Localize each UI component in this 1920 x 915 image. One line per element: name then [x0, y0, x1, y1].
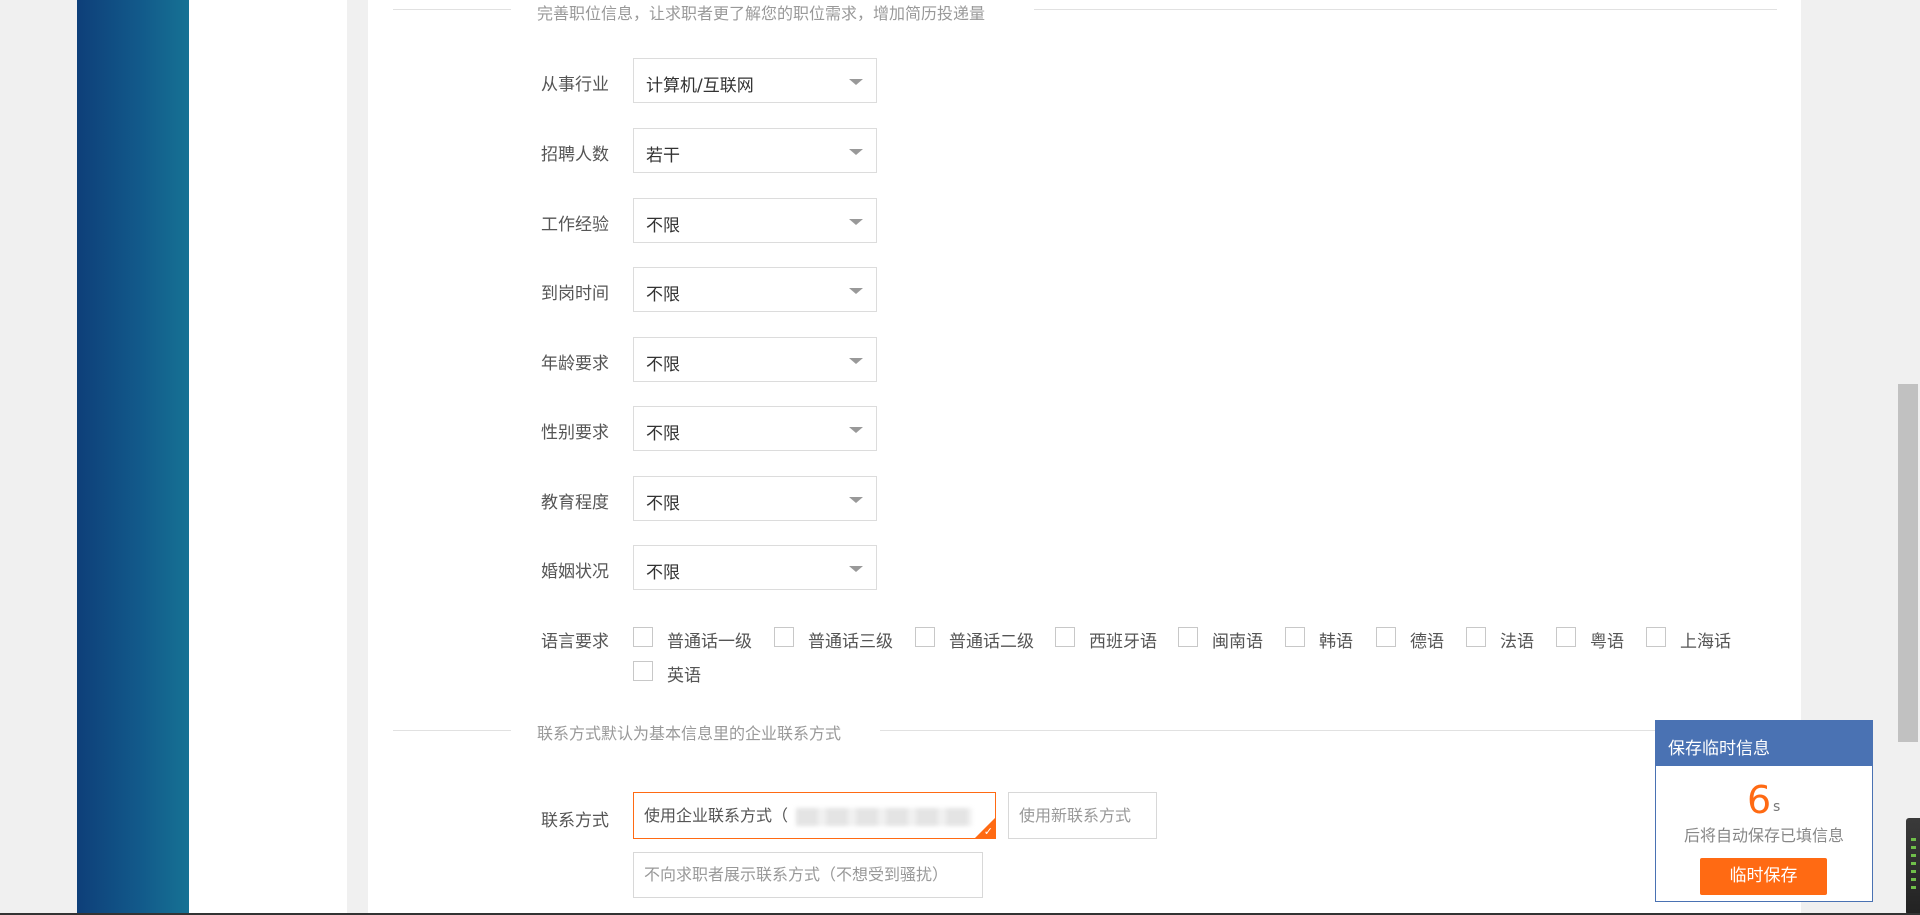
checkbox-box[interactable] — [1178, 627, 1198, 647]
caret-down-icon — [849, 288, 863, 294]
sidebar-band — [77, 0, 189, 915]
experience-select[interactable]: 不限 — [633, 198, 877, 243]
checkbox-box[interactable] — [633, 661, 653, 681]
caret-down-icon — [849, 149, 863, 155]
section-title-contact: 联系方式默认为基本信息里的企业联系方式 — [537, 724, 842, 743]
checkbox-box[interactable] — [1055, 627, 1075, 647]
select-value: 不限 — [646, 216, 680, 236]
section-divider-right — [880, 730, 1655, 731]
marital-select[interactable]: 不限 — [633, 545, 877, 590]
temp-save-button[interactable]: 临时保存 — [1700, 858, 1827, 895]
industry-select[interactable]: 计算机/互联网 — [633, 58, 877, 103]
field-label-industry: 从事行业 — [541, 75, 609, 95]
nav-panel — [189, 0, 347, 915]
option-label: 不向求职者展示联系方式（不想受到骚扰） — [644, 865, 949, 884]
select-value: 不限 — [646, 355, 680, 375]
use-new-contact-option[interactable]: 使用新联系方式 — [1008, 792, 1157, 839]
select-value: 不限 — [646, 285, 680, 305]
checkbox-label: 闽南语 — [1212, 632, 1263, 652]
checkbox-label: 普通话一级 — [667, 632, 752, 652]
checkbox-box[interactable] — [1376, 627, 1396, 647]
checkbox-label: 普通话三级 — [808, 632, 893, 652]
gender-select[interactable]: 不限 — [633, 406, 877, 451]
side-widget[interactable] — [1906, 818, 1920, 915]
caret-down-icon — [849, 497, 863, 503]
start-time-select[interactable]: 不限 — [633, 267, 877, 312]
field-label-language: 语言要求 — [541, 632, 609, 652]
checkbox-box[interactable] — [1556, 627, 1576, 647]
option-label: 使用新联系方式 — [1019, 806, 1132, 825]
checkbox-label: 粤语 — [1590, 632, 1624, 652]
caret-down-icon — [849, 79, 863, 85]
section-divider-left — [393, 730, 511, 731]
checkbox-label: 韩语 — [1319, 632, 1353, 652]
field-label-age: 年龄要求 — [541, 354, 609, 374]
popup-header: 保存临时信息 — [1656, 721, 1872, 766]
caret-down-icon — [849, 358, 863, 364]
education-select[interactable]: 不限 — [633, 476, 877, 521]
autosave-message: 后将自动保存已填信息 — [1683, 826, 1844, 845]
select-value: 不限 — [646, 563, 680, 583]
use-company-contact-option[interactable]: 使用企业联系方式（ ✓ — [633, 792, 996, 839]
field-label-education: 教育程度 — [541, 493, 609, 513]
checkbox-label: 普通话二级 — [949, 632, 1034, 652]
headcount-select[interactable]: 若干 — [633, 128, 877, 173]
checkbox-label: 法语 — [1500, 632, 1534, 652]
form-panel — [368, 0, 1801, 915]
popup-title: 保存临时信息 — [1668, 739, 1770, 759]
option-label: 使用企业联系方式（ — [644, 806, 789, 825]
select-value: 不限 — [646, 424, 680, 444]
field-label-contact: 联系方式 — [541, 811, 609, 831]
caret-down-icon — [849, 566, 863, 572]
checkbox-box[interactable] — [1466, 627, 1486, 647]
checkbox-label: 西班牙语 — [1089, 632, 1157, 652]
countdown-value: 6 — [1747, 778, 1772, 822]
checkbox-label: 德语 — [1410, 632, 1444, 652]
field-label-experience: 工作经验 — [541, 215, 609, 235]
section-divider-right — [1034, 9, 1777, 10]
field-label-start-time: 到岗时间 — [541, 284, 609, 304]
autosave-popup: 保存临时信息 6 s 后将自动保存已填信息 临时保存 — [1655, 720, 1873, 902]
checkbox-label: 英语 — [667, 666, 701, 686]
checkbox-box[interactable] — [1646, 627, 1666, 647]
caret-down-icon — [849, 219, 863, 225]
check-icon: ✓ — [983, 825, 993, 838]
checkbox-box[interactable] — [633, 627, 653, 647]
checkbox-label: 上海话 — [1680, 632, 1731, 652]
checkbox-box[interactable] — [1285, 627, 1305, 647]
section-divider-left — [393, 9, 511, 10]
section-title-job-info: 完善职位信息，让求职者更了解您的职位需求，增加简历投递量 — [537, 4, 986, 23]
field-label-gender: 性别要求 — [541, 423, 609, 443]
field-label-headcount: 招聘人数 — [541, 145, 609, 165]
select-value: 不限 — [646, 494, 680, 514]
select-value: 计算机/互联网 — [646, 76, 754, 96]
hide-contact-option[interactable]: 不向求职者展示联系方式（不想受到骚扰） — [633, 852, 983, 898]
field-label-marital: 婚姻状况 — [541, 562, 609, 582]
age-select[interactable]: 不限 — [633, 337, 877, 382]
checkbox-box[interactable] — [774, 627, 794, 647]
countdown-unit: s — [1773, 799, 1781, 815]
select-value: 若干 — [646, 146, 680, 166]
scrollbar-thumb[interactable] — [1898, 384, 1918, 742]
checkbox-box[interactable] — [915, 627, 935, 647]
masked-contact-info — [796, 808, 972, 826]
caret-down-icon — [849, 427, 863, 433]
